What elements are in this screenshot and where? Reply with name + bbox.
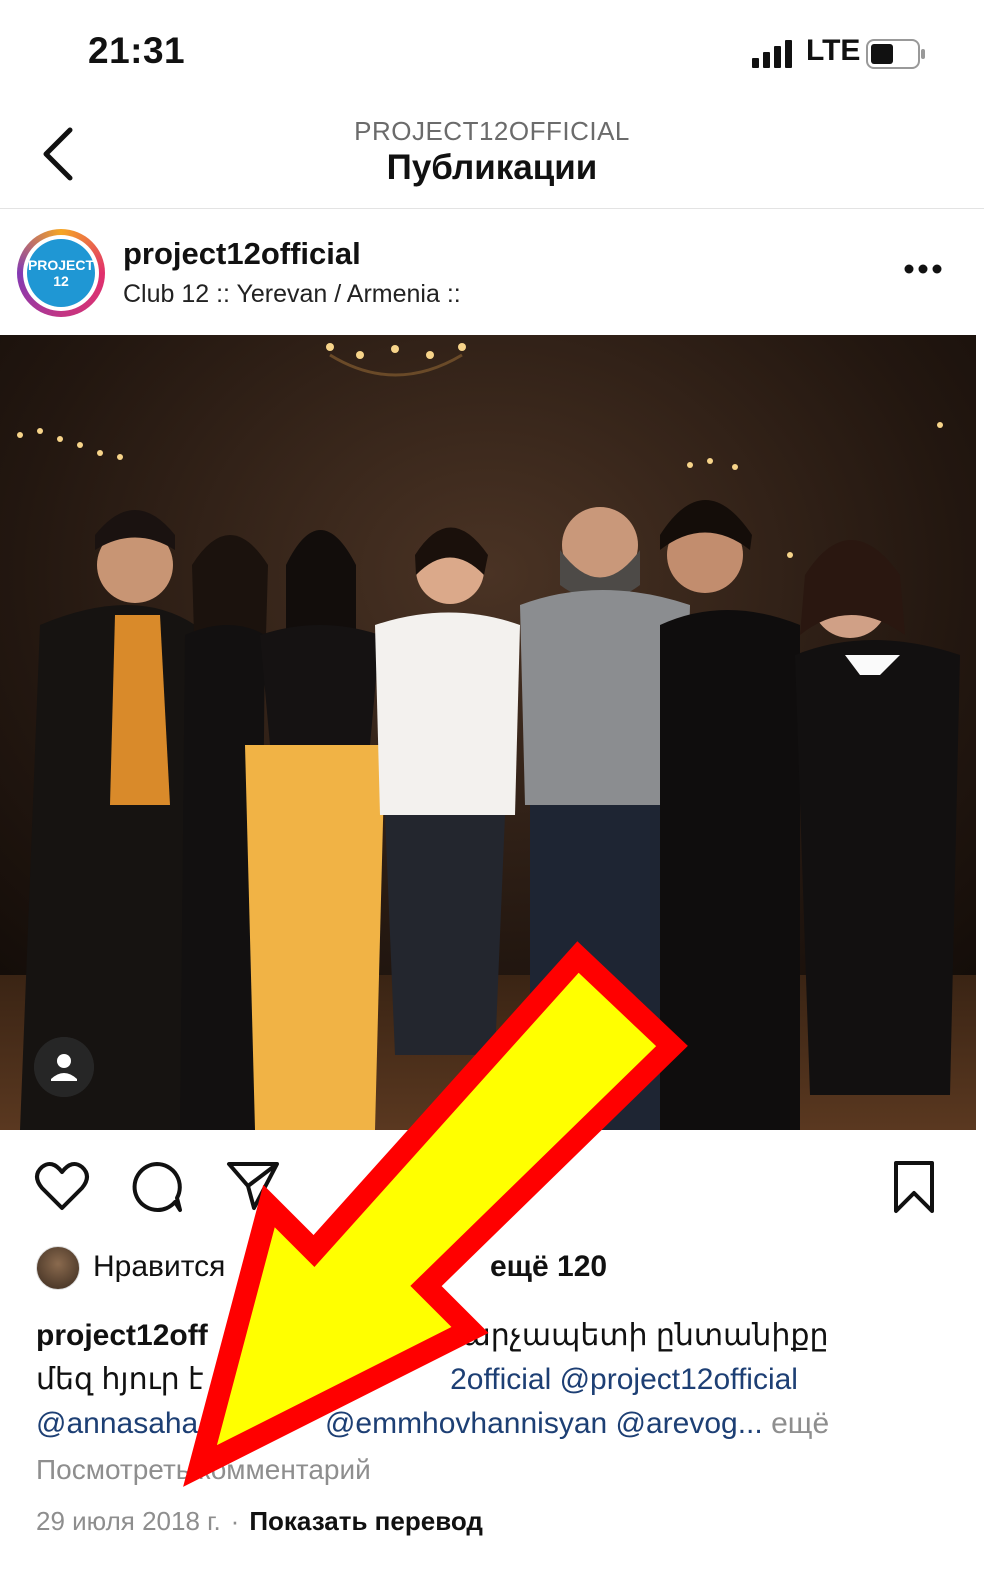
caption-mentions-2[interactable]: @emmhovhannisyan @arevog... bbox=[325, 1407, 763, 1440]
person-tag-icon[interactable] bbox=[34, 1037, 94, 1097]
battery-icon bbox=[866, 39, 925, 69]
avatar-text-number: 12 bbox=[53, 273, 69, 289]
page-title: Публикации bbox=[386, 148, 598, 187]
liker-avatar[interactable] bbox=[36, 1246, 80, 1290]
caption-username[interactable]: project12off bbox=[36, 1319, 208, 1352]
caption-line-3: @annasaha @emmhovhannisyan @arevog... ещ… bbox=[36, 1402, 936, 1446]
view-comments-link[interactable]: Посмотреть комментарий bbox=[36, 1454, 371, 1486]
header-divider bbox=[0, 208, 984, 209]
caption-text-2: մեզ հյուր է bbox=[36, 1363, 204, 1396]
caption-mentions-1[interactable]: 2official @project12official bbox=[450, 1363, 798, 1396]
caption-more-link[interactable]: ещё bbox=[771, 1407, 829, 1440]
post-date: 29 июля 2018 г. bbox=[36, 1506, 221, 1536]
show-translation-button[interactable]: Показать перевод bbox=[249, 1506, 483, 1536]
avatar-text: PROJECT bbox=[27, 257, 95, 273]
meta-separator: · bbox=[230, 1506, 240, 1536]
heart-icon[interactable] bbox=[34, 1160, 90, 1212]
status-time: 21:31 bbox=[88, 30, 186, 71]
caption-line-1: project12off ելի Վարչապետի ընտանիքը bbox=[36, 1314, 936, 1358]
post-caption: project12off ելի Վարչապետի ընտանիքը մեզ … bbox=[36, 1314, 936, 1446]
more-dots-icon[interactable] bbox=[903, 262, 943, 276]
caption-line-2: մեզ հյուր է 2official @project12official bbox=[36, 1358, 936, 1402]
header-account: PROJECT12OFFICIAL bbox=[354, 116, 630, 146]
likes-more[interactable]: ещё 120 bbox=[490, 1250, 607, 1284]
signal-icon bbox=[752, 40, 792, 68]
likes-prefix[interactable]: Нравится bbox=[93, 1250, 225, 1284]
avatar[interactable]: PROJECT 12 bbox=[27, 239, 95, 307]
bookmark-icon[interactable] bbox=[892, 1160, 936, 1214]
post-location[interactable]: Club 12 :: Yerevan / Armenia :: bbox=[123, 280, 461, 309]
caption-mention-a[interactable]: @annasaha bbox=[36, 1407, 198, 1440]
post-meta-row: 29 июля 2018 г. · Показать перевод bbox=[36, 1506, 483, 1537]
post-username[interactable]: project12official bbox=[123, 236, 361, 272]
post-photo[interactable] bbox=[0, 335, 976, 1130]
comment-icon[interactable] bbox=[130, 1160, 184, 1214]
network-label: LTE bbox=[806, 34, 861, 67]
caption-text-1: ելի Վարչապետի ընտանիքը bbox=[384, 1319, 829, 1352]
paper-plane-icon[interactable] bbox=[226, 1160, 280, 1212]
